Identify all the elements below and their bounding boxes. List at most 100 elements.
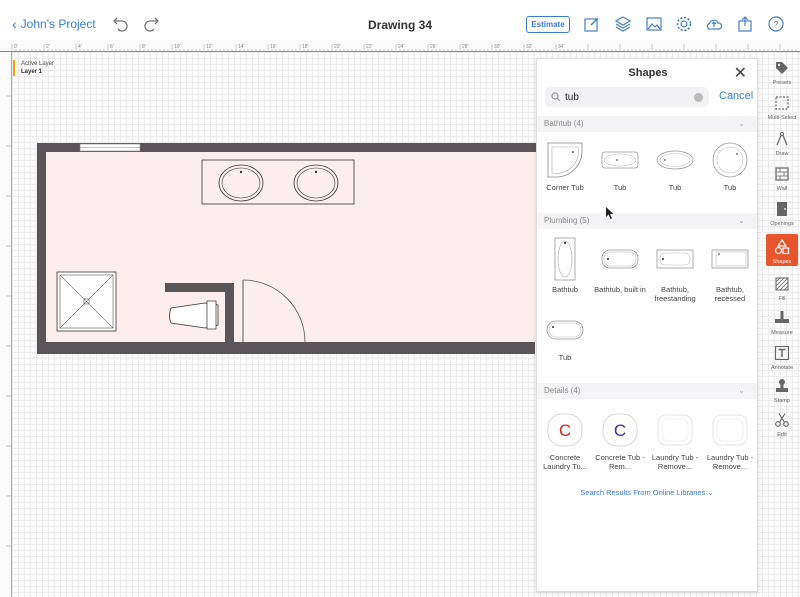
shape-item[interactable]: Bathtub, recessed — [704, 237, 756, 303]
tool-measure[interactable]: Measure — [766, 310, 798, 336]
shape-label: Bathtub, freestanding — [654, 285, 696, 303]
shapes-panel: Shapes ✕ tub Cancel Bathtub (4) ⌄ Corner… — [536, 58, 758, 592]
clear-search-icon[interactable] — [694, 92, 703, 102]
section-title: Bathtub (4) — [544, 119, 584, 128]
online-link-label: Search Results From Online Libraries — [580, 488, 706, 497]
tool-label: Edit — [777, 432, 787, 438]
tool-annotate[interactable]: Annotate — [766, 345, 798, 371]
search-input[interactable]: tub — [565, 92, 694, 103]
shape-item[interactable]: Tub — [704, 141, 756, 192]
shape-label: Bathtub, built in — [594, 285, 646, 294]
shape-item[interactable]: Bathtub — [539, 237, 591, 294]
tool-wall[interactable]: Wall — [766, 166, 798, 192]
tool-label: Shapes — [772, 259, 792, 265]
section-header-bathtub[interactable]: Bathtub (4) ⌄ — [537, 116, 757, 132]
section-title: Details (4) — [544, 386, 581, 395]
tool-draw[interactable]: Draw — [766, 131, 798, 157]
chevron-down-icon: ⌄ — [738, 386, 745, 395]
tub-icon — [600, 141, 640, 179]
shape-label: Concrete Tub - Rem... — [595, 453, 645, 471]
wall-icon — [775, 167, 789, 181]
detail-letter: C — [559, 421, 571, 440]
text-icon — [774, 345, 790, 361]
stamp-icon — [776, 379, 788, 392]
shape-label: Tub — [668, 183, 682, 192]
shape-label: Tub — [558, 353, 572, 362]
tool-label: Draw — [775, 151, 789, 157]
shape-label: Laundry Tub - Remove... — [651, 453, 699, 471]
shape-label: Tub — [613, 183, 627, 192]
chevron-down-icon: ⌄ — [738, 216, 745, 225]
shape-label: Concrete Laundry Tu... — [543, 453, 587, 471]
concrete-tub-icon: C — [600, 411, 640, 449]
shape-item[interactable]: C Concrete Laundry Tu... — [539, 411, 591, 471]
shape-item[interactable]: Bathtub, freestanding — [649, 237, 701, 303]
fill-icon — [775, 277, 789, 291]
inner-wall-horizontal — [165, 283, 234, 292]
wall-left — [37, 143, 46, 354]
shape-item[interactable]: C Concrete Tub - Rem... — [594, 411, 646, 471]
inner-wall-vertical — [225, 283, 234, 343]
tub-icon — [545, 311, 585, 349]
shapes-icon — [774, 238, 790, 255]
cancel-button[interactable]: Cancel — [719, 90, 753, 102]
shape-item[interactable]: Bathtub, built in — [594, 237, 646, 294]
shape-label: Bathtub, recessed — [714, 285, 746, 303]
compass-icon — [776, 132, 788, 146]
close-icon[interactable]: ✕ — [734, 63, 747, 83]
shape-label: Corner Tub — [546, 183, 584, 192]
detail-letter: C — [614, 421, 626, 440]
tool-fill[interactable]: Fill — [766, 276, 798, 302]
tool-label: Openings — [770, 221, 794, 227]
tool-label: Annotate — [770, 365, 794, 371]
shape-item[interactable]: Corner Tub — [539, 141, 591, 192]
tool-label: Presets — [772, 80, 792, 86]
tool-multi-select[interactable]: Multi-Select — [766, 95, 798, 121]
tool-presets[interactable]: Presets — [766, 60, 798, 86]
tool-label: Stamp — [774, 398, 790, 404]
concrete-laundry-tub-icon: C — [545, 411, 585, 449]
tool-openings[interactable]: Openings — [766, 201, 798, 227]
section-title: Plumbing (5) — [544, 216, 590, 225]
select-icon — [775, 96, 789, 110]
scissors-icon — [775, 413, 789, 427]
online-libraries-link[interactable]: Search Results From Online Libraries ⌄ — [537, 488, 757, 497]
room-floor — [46, 152, 536, 342]
tool-label: Wall — [776, 186, 788, 192]
tool-label: Multi-Select — [767, 115, 797, 121]
shape-item[interactable]: Tub — [649, 141, 701, 192]
shape-label: Laundry Tub - Remove... — [706, 453, 754, 471]
mouse-cursor-icon — [606, 207, 614, 219]
shape-item[interactable]: Tub — [539, 311, 591, 362]
section-header-details[interactable]: Details (4) ⌄ — [537, 383, 757, 399]
door-icon — [777, 202, 787, 216]
search-field[interactable]: tub — [545, 87, 709, 107]
tool-label: Fill — [778, 296, 786, 302]
shape-item[interactable]: Laundry Tub - Remove... — [704, 411, 756, 471]
tool-shapes[interactable]: Shapes — [766, 234, 798, 266]
shape-item[interactable]: Laundry Tub - Remove... — [649, 411, 701, 471]
bathtub-icon — [545, 237, 585, 281]
bathtub-recessed-icon — [710, 237, 750, 281]
panel-title: Shapes — [628, 67, 668, 79]
section-header-plumbing[interactable]: Plumbing (5) ⌄ — [537, 213, 757, 229]
chevron-down-icon: ⌄ — [707, 488, 714, 497]
tub-round-icon — [710, 141, 750, 179]
tool-edit[interactable]: Edit — [766, 412, 798, 438]
tool-stamp[interactable]: Stamp — [766, 378, 798, 404]
wall-bottom — [37, 342, 535, 354]
chevron-down-icon: ⌄ — [738, 119, 745, 128]
bathtub-freestanding-icon — [655, 237, 695, 281]
shape-label: Tub — [723, 183, 737, 192]
tag-icon — [776, 62, 788, 74]
shape-label: Bathtub — [552, 285, 578, 294]
corner-tub-icon — [545, 141, 585, 179]
tub-oval-icon — [655, 141, 695, 179]
search-icon — [551, 92, 561, 102]
laundry-tub-icon — [710, 411, 750, 449]
measure-icon — [775, 311, 789, 323]
tool-label: Measure — [771, 330, 793, 336]
bathtub-built-in-icon — [600, 237, 640, 281]
laundry-tub-icon — [655, 411, 695, 449]
shape-item[interactable]: Tub — [594, 141, 646, 192]
